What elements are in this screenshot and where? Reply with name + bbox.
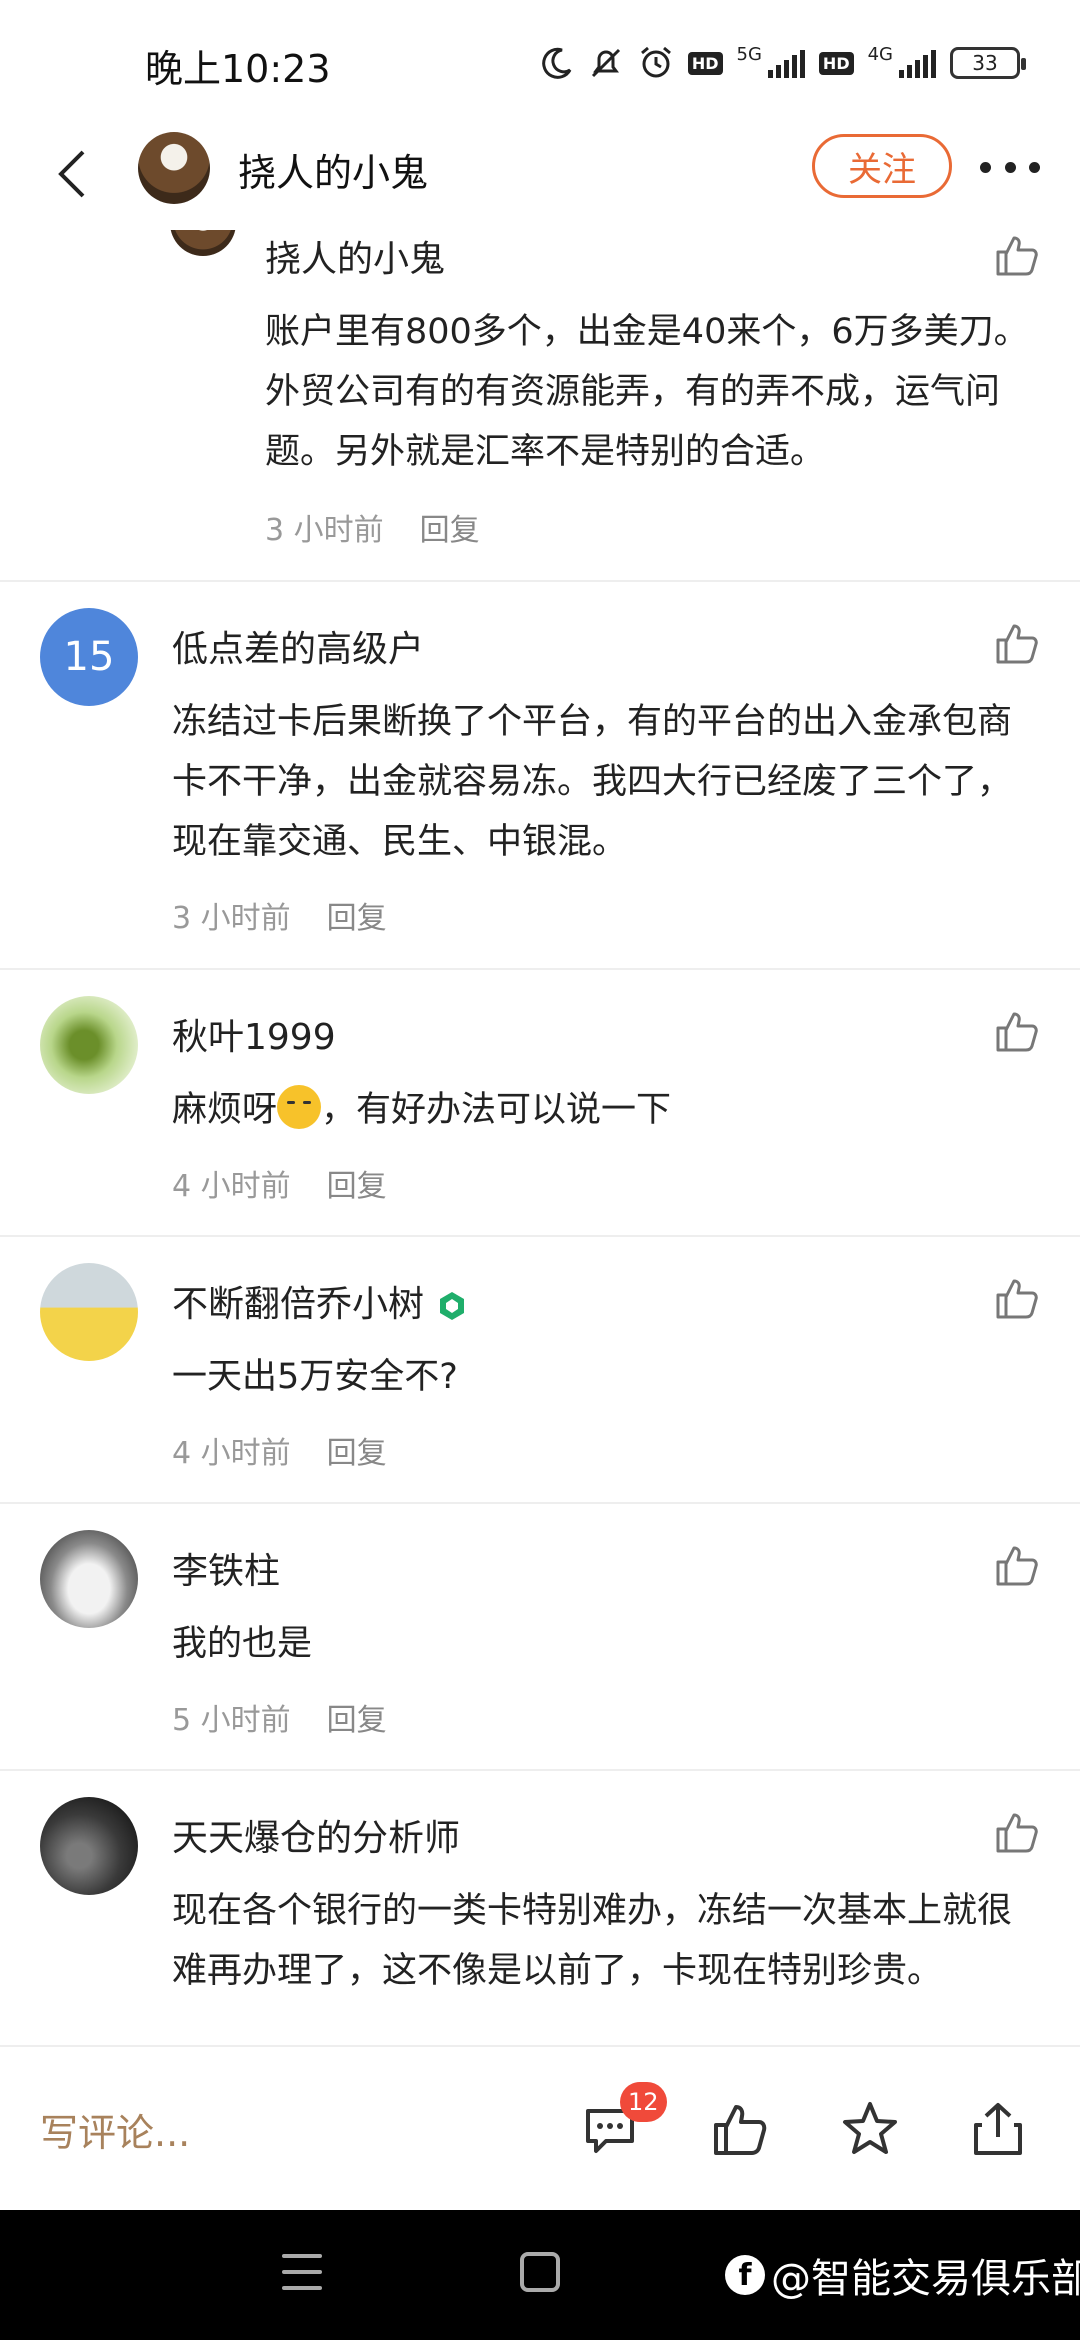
reply-button[interactable]: 回复 [327, 1703, 387, 1738]
thumbs-up-icon[interactable] [994, 620, 1040, 666]
chevron-left-icon [58, 150, 85, 198]
comment-meta: 3 小时前 回复 [265, 505, 480, 549]
back-button[interactable] [45, 144, 105, 204]
avatar[interactable]: 15 [40, 608, 138, 706]
comment-username[interactable]: 低点差的高级户 [172, 620, 424, 672]
comment-item: 李铁柱 我的也是 5 小时前 回复 [0, 1530, 1080, 1770]
page-header: 挠人的小鬼 关注 [0, 120, 1080, 230]
divider [0, 1502, 1080, 1504]
divider [0, 1235, 1080, 1237]
verified-badge-icon [440, 1292, 465, 1320]
avatar[interactable] [138, 132, 210, 204]
comment-meta: 5 小时前 回复 [172, 1695, 387, 1739]
bottom-action-bar: 写评论... 12 [0, 2045, 1080, 2210]
hd-icon-2: HD [818, 51, 854, 75]
thumbs-up-icon[interactable] [994, 1275, 1040, 1321]
comment-username-text[interactable]: 不断翻倍乔小树 [172, 1284, 424, 1325]
comment-username[interactable]: 挠人的小鬼 [265, 230, 445, 282]
comment-text: 冻结过卡后果断换了个平台，有的平台的出入金承包商卡不干净，出金就容易冻。我四大行… [172, 702, 1013, 862]
comment-text-part: ，有好办法可以说一下 [321, 1090, 672, 1130]
sad-emoji-icon [277, 1085, 322, 1129]
comment-text-part: 麻烦呀 [172, 1090, 278, 1130]
recent-apps-button[interactable] [282, 2254, 322, 2290]
comment-username[interactable]: 李铁柱 [172, 1542, 280, 1594]
comment-count-badge: 12 [620, 2082, 667, 2122]
reply-button[interactable]: 回复 [327, 1436, 387, 1471]
signal-icon-2 [899, 48, 936, 78]
comment-text: 账户里有800多个，出金是40来个，6万多美刀。外贸公司有的有资源能弄，有的弄不… [265, 312, 1029, 472]
comment-username[interactable]: 秋叶1999 [172, 1008, 336, 1060]
comment-text: 现在各个银行的一类卡特别难办，冻结一次基本上就很难再办理了，这不像是以前了，卡现… [172, 1891, 1013, 1991]
divider [0, 968, 1080, 970]
comment-text: 一天出5万安全不? [172, 1357, 458, 1397]
status-icons: HD 5G HD 4G 33 [540, 38, 1026, 88]
avatar[interactable] [40, 1797, 138, 1895]
avatar[interactable] [170, 230, 236, 256]
system-nav-bar: f @智能交易俱乐部 [0, 2210, 1080, 2340]
reply-button[interactable]: 回复 [327, 1169, 387, 1204]
thumbs-up-icon[interactable] [994, 232, 1040, 278]
avatar[interactable] [40, 1263, 138, 1361]
comment-text: 我的也是 [172, 1624, 313, 1664]
network-4g-label: 4G [867, 43, 893, 65]
thumbs-up-icon[interactable] [994, 1008, 1040, 1054]
comment-item: 天天爆仓的分析师 现在各个银行的一类卡特别难办，冻结一次基本上就很难再办理了，这… [0, 1797, 1080, 2045]
hd-icon: HD [687, 51, 723, 75]
thumbs-up-icon[interactable] [710, 2099, 770, 2159]
status-time: 晚上10:23 [145, 47, 331, 91]
comment-text: 麻烦呀 ，有好办法可以说一下 [172, 1080, 1032, 1140]
thumbs-up-icon[interactable] [994, 1542, 1040, 1588]
comment-time: 3 小时前 [265, 513, 384, 548]
status-bar: 晚上10:23 HD 5G HD 4G 33 [0, 0, 1080, 120]
follow-button[interactable]: 关注 [812, 134, 952, 198]
alarm-icon [638, 45, 674, 81]
home-button[interactable] [520, 2252, 560, 2292]
comment-item: 挠人的小鬼 账户里有800多个，出金是40来个，6万多美刀。外贸公司有的有资源能… [0, 230, 1080, 580]
watermark: f @智能交易俱乐部 [725, 2246, 1080, 2304]
comment-item: 秋叶1999 麻烦呀 ，有好办法可以说一下 4 小时前 回复 [0, 996, 1080, 1236]
network-5g-label: 5G [736, 43, 762, 65]
reply-button[interactable]: 回复 [420, 513, 480, 548]
reply-button[interactable]: 回复 [327, 901, 387, 936]
comment-meta: 3 小时前 回复 [172, 893, 387, 937]
more-icon[interactable] [980, 160, 1040, 174]
comment-item: 不断翻倍乔小树 一天出5万安全不? 4 小时前 回复 [0, 1263, 1080, 1503]
comment-username[interactable]: 不断翻倍乔小树 [172, 1275, 468, 1327]
avatar[interactable] [40, 1530, 138, 1628]
watermark-text: @智能交易俱乐部 [771, 2256, 1080, 2302]
comment-time: 4 小时前 [172, 1169, 291, 1204]
mute-bell-icon [588, 45, 624, 81]
battery-icon: 33 [950, 47, 1026, 79]
facebook-icon: f [725, 2255, 765, 2295]
comment-list[interactable]: 挠人的小鬼 账户里有800多个，出金是40来个，6万多美刀。外贸公司有的有资源能… [0, 230, 1080, 2045]
thumbs-up-icon[interactable] [994, 1809, 1040, 1855]
share-icon[interactable] [968, 2099, 1028, 2159]
comment-time: 3 小时前 [172, 901, 291, 936]
header-username[interactable]: 挠人的小鬼 [238, 142, 428, 197]
comment-meta: 4 小时前 回复 [172, 1428, 387, 1472]
comment-time: 5 小时前 [172, 1703, 291, 1738]
comment-meta: 4 小时前 回复 [172, 1161, 387, 1205]
avatar[interactable] [40, 996, 138, 1094]
comment-time: 4 小时前 [172, 1436, 291, 1471]
star-icon[interactable] [840, 2099, 900, 2159]
divider [0, 1769, 1080, 1771]
comment-username[interactable]: 天天爆仓的分析师 [172, 1809, 460, 1861]
write-comment-input[interactable]: 写评论... [40, 2102, 190, 2157]
comment-item: 15 低点差的高级户 冻结过卡后果断换了个平台，有的平台的出入金承包商卡不干净，… [0, 608, 1080, 938]
moon-icon [540, 46, 574, 80]
divider [0, 580, 1080, 582]
signal-icon [767, 48, 805, 78]
